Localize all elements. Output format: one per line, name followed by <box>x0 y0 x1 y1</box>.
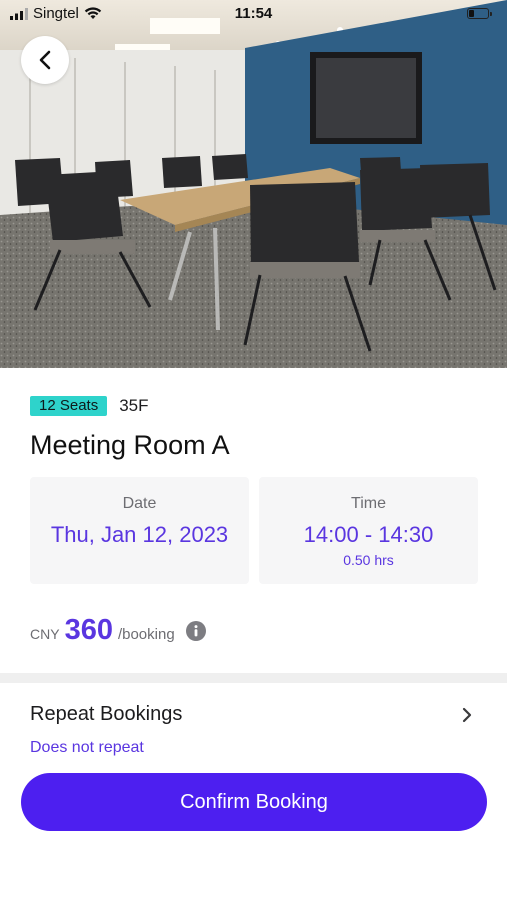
info-icon[interactable] <box>185 620 206 641</box>
price-row: CNY 360 /booking <box>30 614 206 647</box>
price-amount: 360 <box>64 614 113 646</box>
repeat-value: Does not repeat <box>30 739 144 756</box>
status-bar: Singtel 11:54 <box>0 0 507 30</box>
date-label: Date <box>122 495 157 512</box>
date-card[interactable]: Date Thu, Jan 12, 2023 <box>30 477 249 584</box>
duration-value: 0.50 hrs <box>343 552 394 568</box>
room-title: Meeting Room A <box>30 430 230 460</box>
time-value: 14:00 - 14:30 <box>303 522 434 547</box>
back-button[interactable] <box>21 36 69 84</box>
time-card[interactable]: Time 14:00 - 14:30 0.50 hrs <box>259 477 478 584</box>
time-label: Time <box>351 495 386 512</box>
date-value: Thu, Jan 12, 2023 <box>50 522 229 547</box>
room-photo: Singtel 11:54 <box>0 0 507 368</box>
floor-label: 35F <box>119 396 149 415</box>
battery-icon <box>467 8 492 19</box>
section-divider <box>0 673 507 683</box>
clock: 11:54 <box>234 5 273 22</box>
price-currency: CNY <box>30 626 60 642</box>
room-photo-illustration <box>0 0 507 368</box>
seats-badge: 12 Seats <box>30 396 108 416</box>
room-tags: 12 Seats 35F <box>30 396 149 416</box>
repeat-bookings-label[interactable]: Repeat Bookings <box>30 703 182 726</box>
price-unit: /booking <box>117 626 175 643</box>
chevron-right-icon[interactable] <box>461 707 473 723</box>
confirm-booking-button[interactable]: Confirm Booking <box>21 773 487 831</box>
chevron-left-icon <box>39 50 51 70</box>
